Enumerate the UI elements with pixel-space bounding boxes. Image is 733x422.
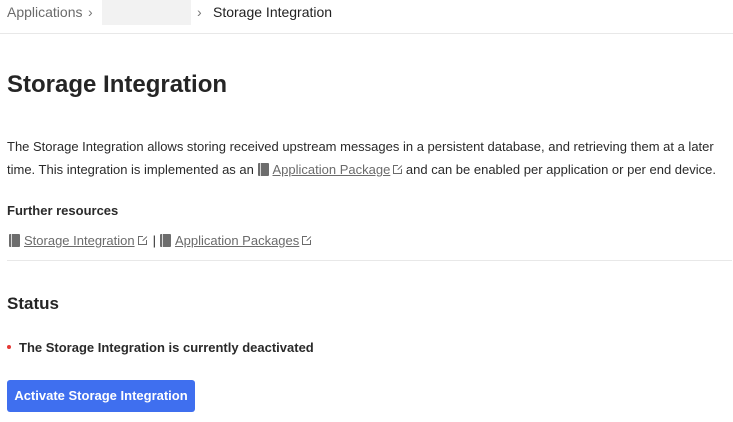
description-text-2: and can be enabled per application or pe… [402, 162, 716, 177]
application-package-link[interactable]: Application Package [273, 162, 391, 177]
breadcrumb: Applications › › Storage Integration [0, 0, 733, 34]
activate-storage-integration-button[interactable]: Activate Storage Integration [7, 380, 195, 412]
section-divider [7, 260, 732, 261]
page-title: Storage Integration [7, 71, 228, 98]
link-separator: | [152, 233, 156, 248]
further-resources-links: Storage Integration | Application Packages [9, 232, 313, 250]
breadcrumb-applications[interactable]: Applications [7, 4, 83, 20]
status-indicator-dot [7, 345, 11, 349]
further-resources-heading: Further resources [7, 203, 119, 218]
storage-integration-docs-link[interactable]: Storage Integration [24, 233, 135, 248]
external-link-icon [302, 235, 313, 245]
book-icon [9, 234, 20, 247]
status-message: The Storage Integration is currently dea… [7, 339, 314, 357]
application-packages-docs-link[interactable]: Application Packages [175, 233, 299, 248]
status-heading: Status [7, 294, 59, 313]
book-icon [257, 163, 269, 176]
chevron-right-icon: › [88, 4, 93, 20]
book-icon [159, 234, 171, 247]
breadcrumb-application-placeholder[interactable] [102, 0, 191, 25]
status-text: The Storage Integration is currently dea… [19, 340, 314, 355]
chevron-right-icon: › [197, 4, 202, 20]
external-link-icon [393, 164, 404, 174]
description: The Storage Integration allows storing r… [7, 135, 732, 181]
breadcrumb-current: Storage Integration [213, 4, 333, 20]
external-link-icon [137, 235, 148, 245]
